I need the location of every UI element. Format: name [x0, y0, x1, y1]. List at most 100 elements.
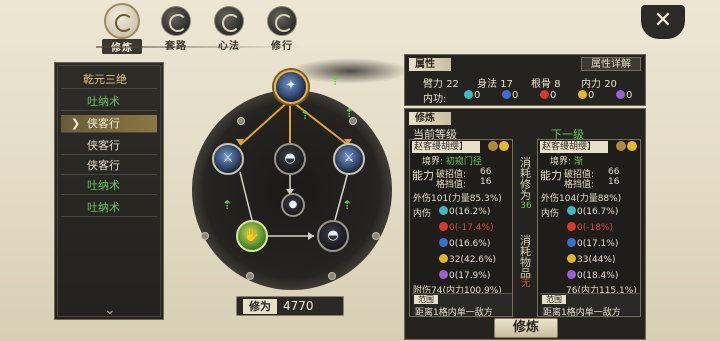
range-text: 距离1格内单一敌方 — [543, 308, 621, 318]
skill-list-item[interactable]: 侠客行 — [61, 157, 157, 175]
sword-badge-icon — [488, 141, 498, 151]
range-strip: 范围 距离1格内单一敌方 — [412, 293, 512, 318]
element-orb-icon — [439, 222, 448, 231]
sword-badge-icon — [616, 141, 626, 151]
skill-move-name: 赵客缦胡缨】 — [412, 141, 480, 153]
ability-label: 能力 — [540, 169, 562, 182]
element-orb-icon — [439, 270, 448, 279]
skill-move-name: 赵客缦胡缨】 — [540, 141, 608, 153]
helmet-icon: ◓ — [284, 151, 296, 166]
neigong-value: 0 — [626, 90, 633, 101]
skill-node-active[interactable]: ✋ — [236, 220, 268, 252]
attribute-detail-button[interactable]: 属性详解 — [581, 57, 641, 71]
xiuwei-value: 4770 — [283, 299, 314, 313]
skill-node-root[interactable]: ✦ — [274, 70, 308, 104]
tab-routine[interactable]: 套路 — [150, 3, 202, 52]
realm-value: 渐 — [573, 157, 583, 167]
face-badge-icon — [627, 141, 637, 151]
cost-item-label: 消耗物品 — [520, 234, 531, 280]
neigong-value: 0 — [588, 90, 595, 101]
ability-label: 能力 — [412, 169, 434, 182]
cost-xiuwei-label: 消耗修为 — [520, 156, 531, 202]
element-orb-icon — [439, 254, 448, 263]
attributes-panel: 属性 属性详解 臂力 22 身法 17 根骨 8 内力 20 内功: 0 0 0… — [404, 54, 646, 106]
upgrade-arrow-icon: ⇡ — [344, 106, 355, 120]
tab-cultivate[interactable]: 修炼 — [96, 3, 148, 54]
element-orb-icon — [439, 206, 448, 215]
blade-icon: ⚔ — [222, 151, 234, 166]
element-orb-icon — [567, 222, 576, 231]
tab-mind-method[interactable]: 心法 — [203, 3, 255, 52]
attribute-badges — [487, 141, 509, 154]
attribute-badges — [615, 141, 637, 154]
tab-practice[interactable]: 修行 — [256, 3, 308, 52]
upgrade-arrow-icon: ⇡ — [300, 108, 311, 122]
parry-label: 格挡值: — [436, 180, 467, 190]
cost-item: 消耗物品 无 — [515, 235, 537, 290]
helmet-icon: ◓ — [327, 228, 339, 243]
skill-glyph-icon: ✦ — [285, 78, 297, 93]
skill-list-item[interactable]: 吐纳术 — [61, 199, 157, 217]
stat-value: 8 — [554, 79, 561, 90]
current-level-box: 赵客缦胡缨】 境界: 初窥门径 能力 破招值: 66 格挡值: 16 外伤101… — [409, 139, 513, 318]
close-icon: ✕ — [653, 8, 673, 33]
realm-line: 境界: 渐 — [550, 154, 652, 167]
parry-value: 16 — [608, 177, 620, 187]
blade-icon: ⚔ — [343, 151, 355, 166]
face-badge-icon — [499, 141, 509, 151]
upgrade-arrow-icon: ⇡ — [330, 74, 341, 88]
skill-node-center-small[interactable]: ● — [281, 193, 305, 217]
skill-list-item[interactable]: 吐纳术 — [61, 177, 157, 195]
element-orb-icon — [567, 206, 576, 215]
skill-node-middle[interactable]: ◓ — [274, 143, 306, 175]
mind-method-icon — [214, 6, 244, 36]
close-button[interactable]: ✕ — [641, 5, 685, 39]
skill-list-item[interactable]: 吐纳术 — [61, 93, 157, 111]
cost-item-value: 无 — [521, 279, 531, 289]
stat-name: 身法 — [477, 79, 497, 90]
stat-name: 内力 — [581, 79, 601, 90]
skill-list-title: 乾元三绝 — [61, 71, 157, 89]
skill-node-locked[interactable]: ◓ — [317, 220, 349, 252]
skill-node-right[interactable]: ⚔ — [333, 143, 365, 175]
inner-label: 内伤 — [413, 209, 432, 219]
realm-label: 境界: — [422, 157, 444, 167]
cultivate-button[interactable]: 修炼 — [494, 318, 558, 338]
upgrade-arrow-icon: ⇡ — [342, 198, 353, 212]
selected-arrow-icon: ❯ — [71, 117, 81, 130]
inner-value: 0(16.6%) — [449, 239, 491, 249]
element-orb-icon — [578, 90, 587, 99]
realm-value: 初窥门径 — [445, 157, 482, 167]
element-orb-icon — [567, 270, 576, 279]
upgrade-arrow-icon: ⇡ — [222, 198, 233, 212]
skill-list-item-selected[interactable]: ❯ 侠客行 — [61, 115, 157, 133]
next-level-box: 赵客缦胡缨】 境界: 渐 能力 破招值: 66 格挡值: 16 外伤104(力量… — [537, 139, 641, 318]
element-orb-icon — [567, 254, 576, 263]
element-orb-icon — [540, 90, 549, 99]
cost-xiuwei: 消耗修为 36 — [515, 157, 537, 212]
stat-value: 20 — [604, 79, 617, 90]
stat-value: 22 — [446, 79, 459, 90]
element-orb-icon — [439, 238, 448, 247]
outer-damage: 外伤101(力量85.3%) — [413, 194, 502, 204]
practice-icon — [267, 6, 297, 36]
seal-icon: ● — [288, 199, 298, 210]
node-dot — [237, 117, 245, 125]
skill-list-item[interactable]: 侠客行 — [61, 137, 157, 155]
parry-label: 格挡值: — [564, 180, 595, 190]
skill-list-label: 侠客行 — [87, 117, 120, 130]
node-dot — [328, 272, 336, 280]
stat-name: 根骨 — [531, 79, 551, 90]
xiuwei-label: 修为 — [243, 299, 277, 314]
element-orb-icon — [502, 90, 511, 99]
element-orb-icon — [567, 238, 576, 247]
tab-label: 心法 — [203, 37, 255, 52]
element-orb-icon — [464, 90, 473, 99]
routine-icon — [161, 6, 191, 36]
scroll-down-chevron-icon[interactable]: ⌄ — [104, 302, 116, 318]
stat-value: 17 — [500, 79, 513, 90]
range-label: 范围 — [542, 295, 566, 304]
parry-value: 16 — [480, 177, 492, 187]
skill-list-panel: 乾元三绝 吐纳术 ❯ 侠客行 侠客行 侠客行 吐纳术 吐纳术 — [54, 62, 164, 320]
skill-node-left[interactable]: ⚔ — [212, 143, 244, 175]
